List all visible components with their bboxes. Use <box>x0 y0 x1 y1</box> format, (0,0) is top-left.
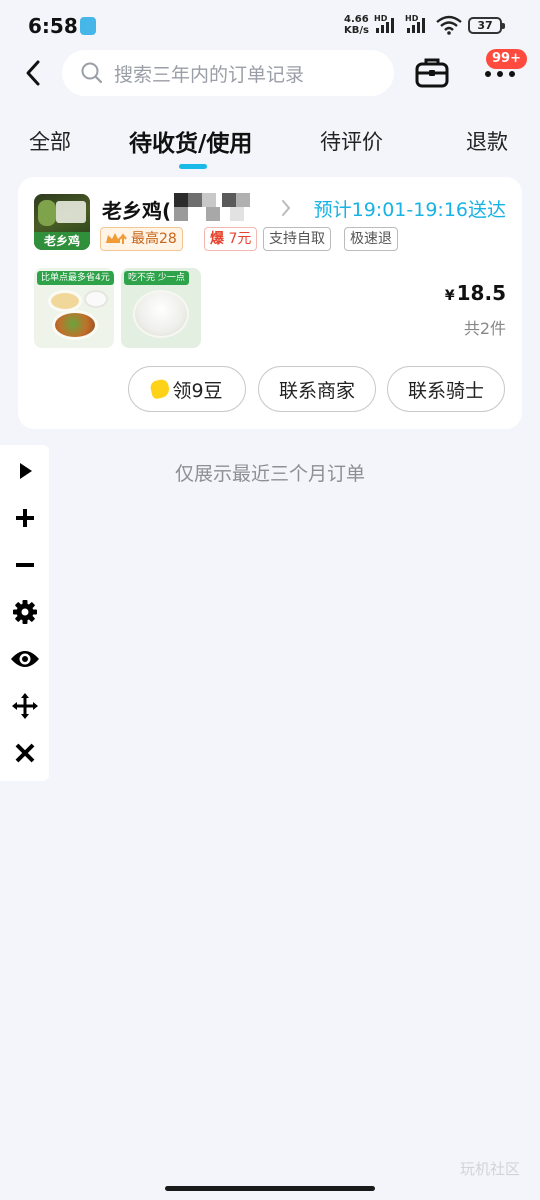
move-icon <box>12 693 38 719</box>
food-bowl-image <box>48 290 82 312</box>
shop-logo-text: 老乡鸡 <box>43 234 80 248</box>
network-speed: 4.66 KB/s <box>344 14 369 36</box>
redacted-shop-branch <box>170 191 256 223</box>
order-price: ¥18.5 <box>445 281 506 305</box>
status-bar: 6:58 4.66 KB/s HD HD 37 <box>0 0 540 52</box>
tab-refund[interactable]: 退款 <box>466 126 508 156</box>
close-icon <box>15 743 35 763</box>
zoom-out-button[interactable] <box>8 548 42 582</box>
search-placeholder: 搜索三年内的订单记录 <box>114 63 305 86</box>
close-button[interactable] <box>8 736 42 770</box>
delivery-eta: 预计19:01-19:16送达 <box>313 199 506 221</box>
item-count: 共2件 <box>463 319 506 338</box>
message-count-badge: 99+ <box>486 49 527 69</box>
bean-icon <box>149 378 172 400</box>
currency-symbol: ¥ <box>444 288 455 304</box>
item-thumbnail[interactable]: 比单点最多省4元 <box>34 268 114 348</box>
app-notification-icon <box>80 17 96 35</box>
search-input[interactable]: 搜索三年内的订单记录 <box>62 50 394 96</box>
plus-icon <box>16 509 34 527</box>
battery-indicator: 37 <box>468 17 505 34</box>
toolbox-icon <box>415 58 449 88</box>
back-button[interactable] <box>16 54 50 92</box>
search-icon <box>81 62 103 84</box>
shop-logo[interactable]: 老乡鸡 <box>34 194 90 250</box>
chevron-right-icon[interactable] <box>280 199 292 217</box>
food-dish-image <box>52 310 98 340</box>
thumb-banner: 比单点最多省4元 <box>37 271 114 285</box>
order-list-screen: 6:58 4.66 KB/s HD HD 37 搜索三年内的订单记录 99+ 全… <box>0 0 540 1200</box>
tab-to-receive[interactable]: 待收货/使用 <box>129 124 252 158</box>
play-button[interactable] <box>8 454 42 488</box>
logo-food-image <box>38 200 56 226</box>
contact-merchant-button[interactable]: 联系商家 <box>258 366 376 412</box>
wifi-icon <box>436 15 462 35</box>
floating-tool-panel <box>0 445 49 781</box>
tag-best-discount: 最高28 <box>100 227 183 251</box>
tag-boom-discount: 爆 7元 <box>204 227 258 251</box>
logo-promo-chip <box>56 201 86 223</box>
contact-rider-button[interactable]: 联系骑士 <box>387 366 505 412</box>
order-card[interactable]: 老乡鸡 老乡鸡( 预计19:01-19:16送达 最高28 爆 7元 支持自取 … <box>18 177 522 429</box>
signal-icon-2 <box>407 18 425 33</box>
move-button[interactable] <box>8 689 42 723</box>
network-speed-unit: KB/s <box>344 25 369 36</box>
minus-icon <box>16 563 34 567</box>
item-thumbnail[interactable]: 吃不完 少一点 <box>121 268 201 348</box>
shop-name[interactable]: 老乡鸡( <box>102 195 171 224</box>
play-icon <box>20 463 32 479</box>
active-tab-indicator <box>179 164 207 169</box>
toolbox-button[interactable] <box>414 55 450 89</box>
rice-bowl-image <box>133 290 189 338</box>
watermark: 玩机社区 <box>459 1160 520 1178</box>
network-speed-value: 4.66 <box>344 14 369 25</box>
claim-beans-button[interactable]: 领9豆 <box>128 366 246 412</box>
tag-fast-refund: 极速退 <box>344 227 398 251</box>
home-indicator[interactable] <box>165 1186 375 1191</box>
view-button[interactable] <box>8 642 42 676</box>
tag-best-label: 最高28 <box>131 231 177 247</box>
price-value: 18.5 <box>456 281 506 305</box>
tag-boom-prefix: 爆 <box>210 231 224 247</box>
order-tabs: 全部 待收货/使用 待评价 退款 <box>0 118 540 168</box>
eye-icon <box>11 651 39 667</box>
settings-button[interactable] <box>8 595 42 629</box>
thumb-banner: 吃不完 少一点 <box>124 271 189 285</box>
tag-boom-value: 7元 <box>228 231 252 247</box>
tag-self-pickup: 支持自取 <box>263 227 331 251</box>
contact-rider-label: 联系骑士 <box>407 379 484 402</box>
back-arrow-icon <box>26 60 40 86</box>
signal-icon <box>376 18 394 33</box>
crown-arrow-icon <box>106 233 127 244</box>
recent-orders-notice: 仅展示最近三个月订单 <box>174 463 365 485</box>
status-time: 6:58 <box>28 14 78 38</box>
claim-beans-label: 领9豆 <box>172 379 223 402</box>
contact-merchant-label: 联系商家 <box>278 379 355 402</box>
zoom-in-button[interactable] <box>8 501 42 535</box>
tab-all[interactable]: 全部 <box>29 126 71 156</box>
tab-to-review[interactable]: 待评价 <box>320 126 383 156</box>
food-bowl-image <box>84 290 108 308</box>
gear-icon <box>13 600 37 624</box>
